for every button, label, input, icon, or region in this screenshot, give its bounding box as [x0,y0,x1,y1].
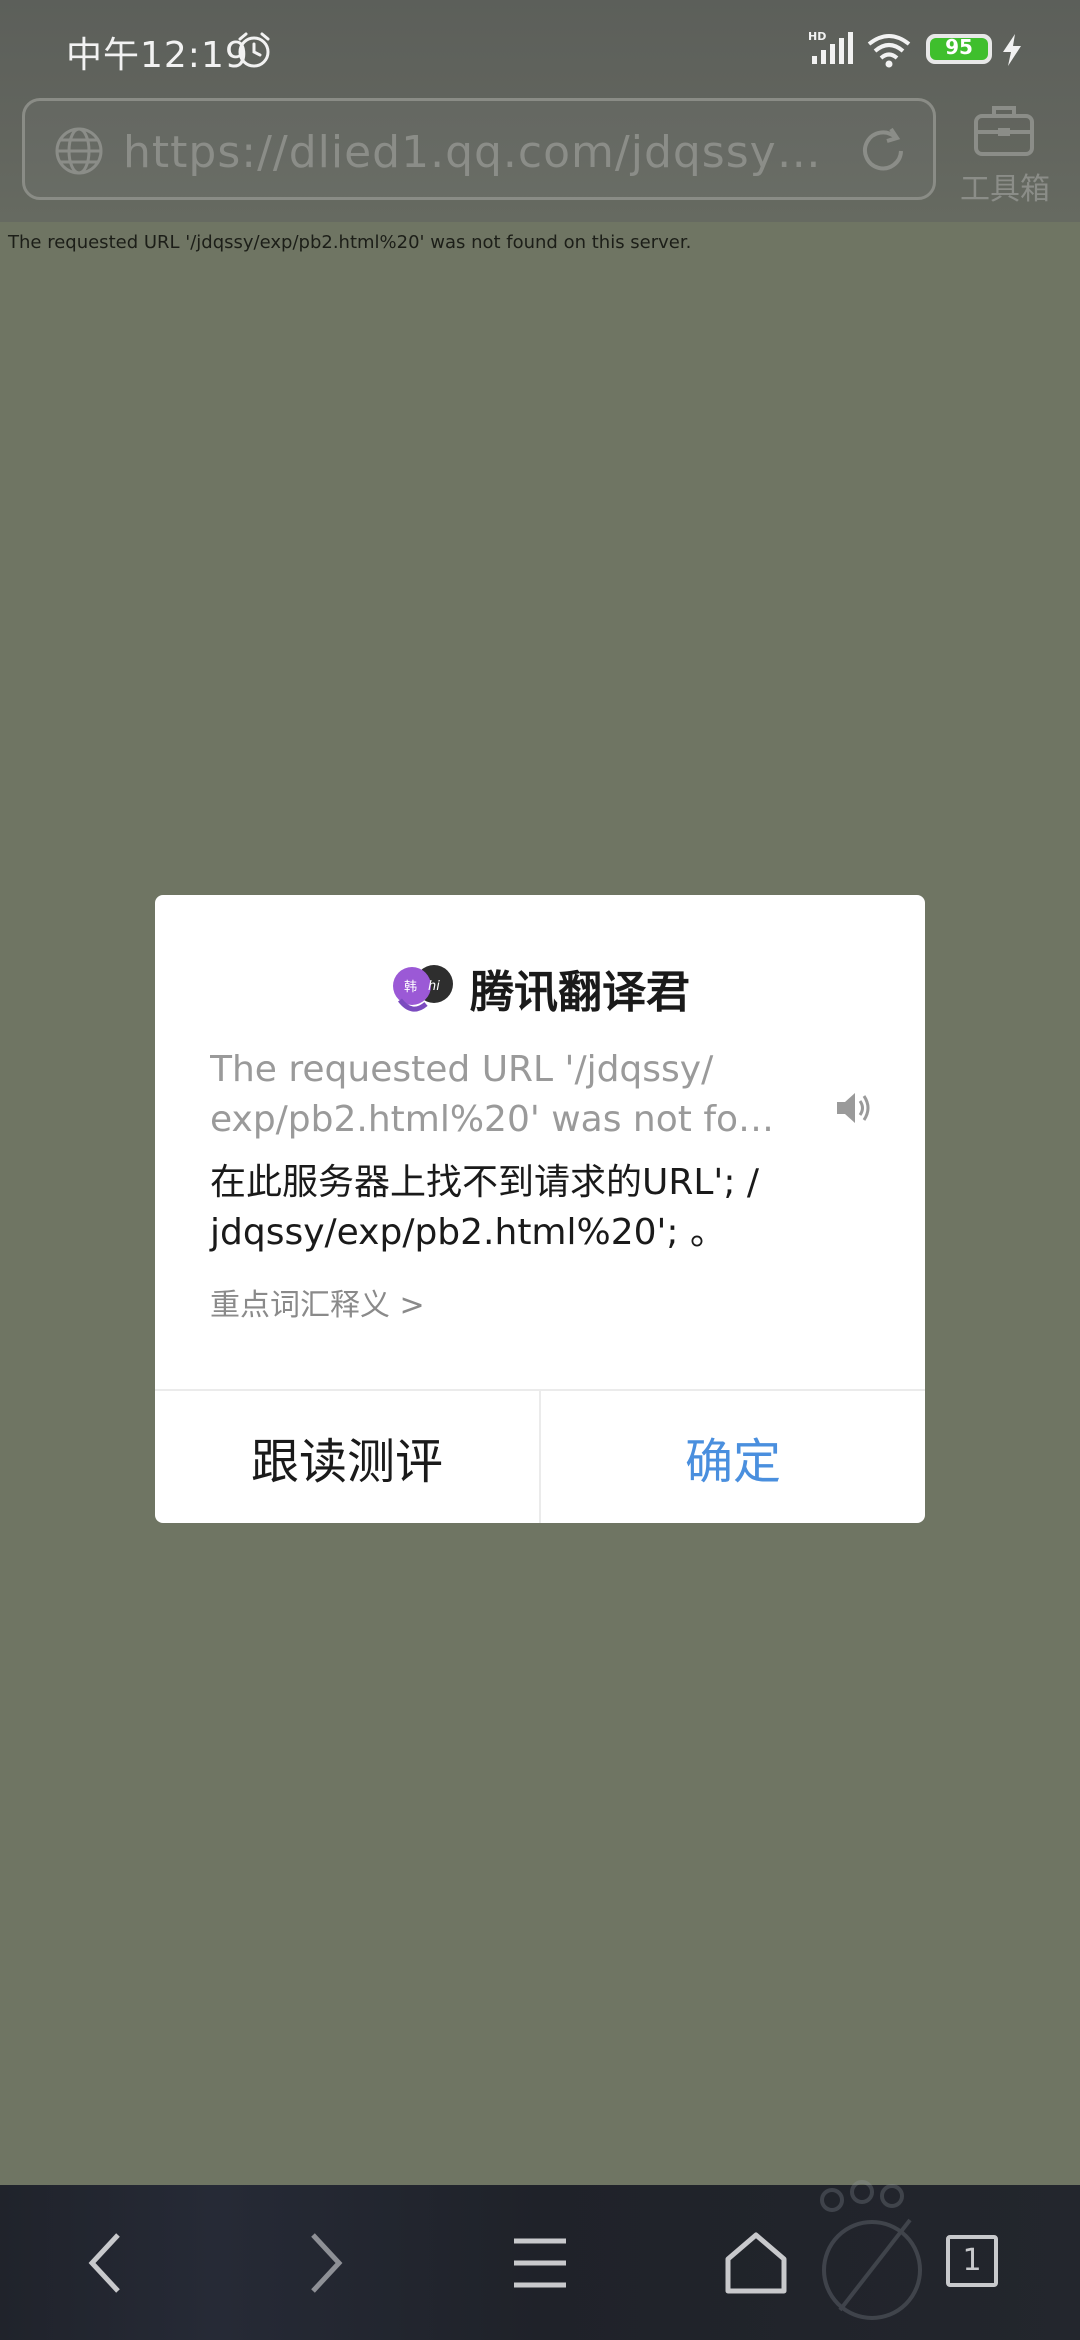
home-icon[interactable] [716,2223,796,2303]
toolbox-icon [974,106,1034,156]
svg-text:HD: HD [808,30,826,43]
alarm-icon [238,32,270,68]
source-text: The requested URL '/jdqssy/ exp/pb2.html… [210,1045,810,1145]
status-time: 中午12:19 [66,35,249,76]
back-icon[interactable] [66,2223,146,2303]
translation-line: 在此服务器上找不到请求的URL'; / [210,1162,760,1203]
svg-text:韩: 韩 [404,980,417,995]
confirm-button[interactable]: 确定 [541,1391,925,1523]
translation-text: 在此服务器上找不到请求的URL'; / jdqssy/exp/pb2.html%… [210,1158,850,1258]
dialog-footer: 跟读测评 确定 [155,1389,925,1523]
translator-logo-icon: 韩 hi [393,965,453,1012]
globe-icon [55,127,103,175]
tabs-button[interactable]: 1 [932,2223,1012,2303]
menu-icon[interactable] [500,2223,580,2303]
translation-dialog: 韩 hi 腾讯翻译君 The requested URL '/jdqssy/ e… [155,895,925,1523]
read-along-button[interactable]: 跟读测评 [155,1391,541,1523]
svg-text:hi: hi [428,979,440,994]
signal-icon: HD [808,30,853,64]
decorative-paw-icon [820,2180,922,2320]
vocabulary-link[interactable]: 重点词汇释义 > [210,1280,425,1324]
address-bar[interactable]: https://dlied1.qq.com/jdqssy… [22,98,936,200]
browser-header: 中午12:19 HD 95 https://dlied1.qq.com/jdqs… [0,0,1080,222]
tab-count: 1 [946,2235,998,2287]
source-text-line: The requested URL '/jdqssy/ [210,1049,714,1090]
source-text-line: exp/pb2.html%20' was not fo… [210,1099,775,1140]
url-text[interactable]: https://dlied1.qq.com/jdqssy… [123,127,843,178]
toolbox-label: 工具箱 [960,172,1050,207]
speaker-icon[interactable] [833,1088,873,1128]
charging-icon [1003,34,1021,66]
translation-line: jdqssy/exp/pb2.html%20'; 。 [210,1212,726,1253]
wifi-icon [867,34,911,68]
dialog-header: 韩 hi 腾讯翻译君 [155,955,925,1021]
battery-level: 95 [945,35,973,59]
dialog-title: 腾讯翻译君 [470,967,690,1018]
toolbox-button[interactable]: 工具箱 [950,98,1060,208]
battery-indicator: 95 [926,34,992,64]
status-bar: 中午12:19 HD 95 [0,0,1080,96]
refresh-icon[interactable] [855,123,911,179]
page-error-message: The requested URL '/jdqssy/exp/pb2.html%… [8,232,692,253]
forward-icon[interactable] [285,2223,365,2303]
